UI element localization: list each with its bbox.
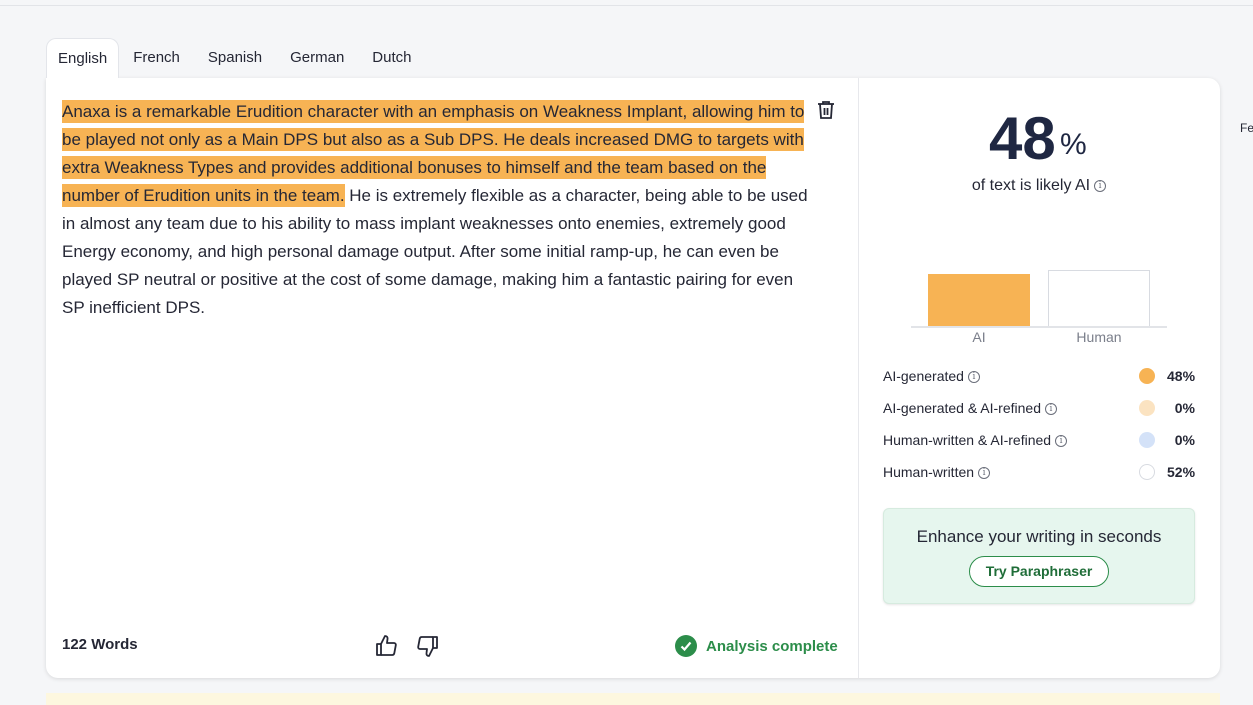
tab-german[interactable]: German	[276, 38, 358, 78]
bar-label-human: Human	[1076, 329, 1122, 345]
detector-card: Anaxa is a remarkable Erudition characte…	[46, 78, 1220, 678]
legend-label: Human-written & AI-refined i	[883, 432, 1139, 448]
bar-ai	[928, 274, 1030, 326]
try-paraphraser-button[interactable]: Try Paraphraser	[968, 556, 1110, 587]
info-icon[interactable]: i	[967, 371, 980, 384]
info-icon[interactable]: i	[1055, 435, 1068, 448]
top-divider	[0, 5, 1253, 6]
cut-off-text: Fe	[1240, 121, 1253, 135]
bar-human	[1048, 270, 1150, 326]
tab-english[interactable]: English	[46, 38, 120, 78]
analyzed-text[interactable]: Anaxa is a remarkable Erudition characte…	[62, 98, 812, 322]
legend-label: AI-generated i	[883, 368, 1139, 384]
score-legend: AI-generated i 48% AI-generated & AI-refine…	[883, 360, 1195, 488]
chart-baseline	[911, 326, 1167, 328]
legend-value: 52%	[1167, 464, 1196, 480]
tab-french[interactable]: French	[119, 38, 194, 78]
legend-color-dot	[1139, 400, 1155, 416]
thumbs-up-icon[interactable]	[375, 634, 399, 658]
word-count: 122 Words	[62, 636, 138, 653]
bar-label-ai: AI	[972, 329, 986, 345]
ai-percentage: 48%	[989, 104, 1087, 174]
tab-spanish[interactable]: Spanish	[194, 38, 276, 78]
ai-human-bar-chart: AI Human	[911, 262, 1167, 345]
legend-row: AI-generated & AI-refined i 0%	[883, 392, 1195, 424]
legend-color-dot	[1139, 464, 1155, 480]
percent-sign: %	[1060, 128, 1087, 161]
legend-color-dot	[1139, 368, 1155, 384]
paraphraser-promo: Enhance your writing in seconds Try Para…	[883, 508, 1195, 604]
legend-row: Human-written i 52%	[883, 456, 1195, 488]
notice-banner-edge	[46, 693, 1220, 705]
legend-label: AI-generated & AI-refined i	[883, 400, 1139, 416]
info-icon[interactable]: i	[1045, 403, 1057, 416]
caption-text: of text is likely AI	[971, 177, 1091, 194]
legend-value: 0%	[1174, 400, 1195, 416]
results-panel: 48% of text is likely AI i AI Human AI-gen…	[859, 78, 1220, 678]
legend-label-text: Human-written	[883, 464, 975, 480]
legend-label: Human-written i	[883, 464, 1139, 480]
legend-row: Human-written & AI-refined i 0%	[883, 424, 1195, 456]
legend-label-text: AI-generated & AI-refined	[883, 400, 1041, 416]
thumbs-down-icon[interactable]	[415, 634, 439, 658]
feedback-buttons	[375, 634, 439, 658]
legend-value: 48%	[1167, 368, 1196, 384]
language-tabs: English French Spanish German Dutch	[46, 38, 425, 78]
info-icon[interactable]: i	[1094, 179, 1107, 192]
trash-icon[interactable]	[817, 100, 835, 120]
editor-panel: Anaxa is a remarkable Erudition characte…	[46, 78, 859, 678]
legend-value: 0%	[1174, 432, 1195, 448]
info-icon[interactable]: i	[978, 467, 991, 480]
tab-dutch[interactable]: Dutch	[358, 38, 425, 78]
check-circle-icon	[675, 635, 697, 657]
promo-title: Enhance your writing in seconds	[916, 527, 1162, 546]
percentage-value: 48	[989, 105, 1056, 172]
legend-label-text: Human-written & AI-refined	[883, 432, 1052, 448]
likely-ai-caption: of text is likely AI i	[859, 177, 1219, 195]
legend-color-dot	[1139, 432, 1155, 448]
status-text: Analysis complete	[706, 637, 838, 655]
legend-label-text: AI-generated	[883, 368, 964, 384]
analysis-status: Analysis complete	[675, 635, 838, 657]
legend-row: AI-generated i 48%	[883, 360, 1195, 392]
